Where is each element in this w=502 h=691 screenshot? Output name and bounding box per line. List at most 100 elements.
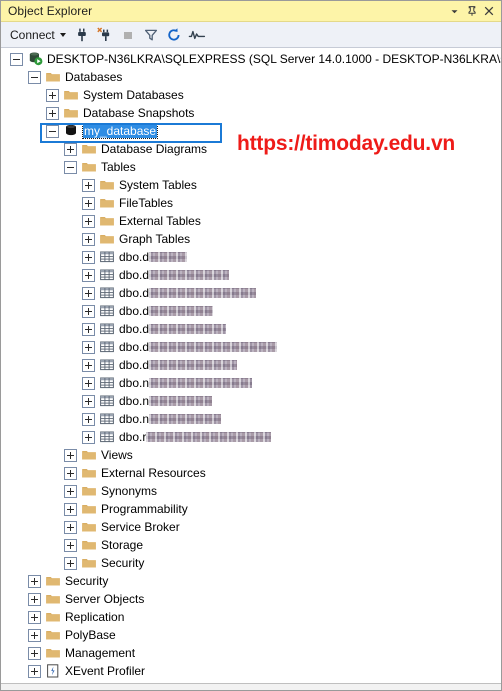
expand-icon[interactable] (64, 502, 77, 516)
expand-icon[interactable] (82, 250, 95, 264)
tree-node-views[interactable]: Views (1, 446, 501, 464)
tree-node-replication[interactable]: Replication (1, 608, 501, 626)
tree-node-table-3[interactable]: dbo.d (1, 284, 501, 302)
tree-node-table-10[interactable]: dbo.n (1, 410, 501, 428)
tree-node-table-2[interactable]: dbo.d (1, 266, 501, 284)
collapse-icon[interactable] (10, 52, 23, 66)
tree-node-synonyms[interactable]: Synonyms (1, 482, 501, 500)
tree-node-external-resources[interactable]: External Resources (1, 464, 501, 482)
tree-node-system-tables[interactable]: System Tables (1, 176, 501, 194)
expand-icon[interactable] (64, 520, 77, 534)
expand-icon[interactable] (82, 214, 95, 228)
expand-icon[interactable] (64, 484, 77, 498)
expand-icon[interactable] (82, 376, 95, 390)
plug-disconnect-icon[interactable] (94, 24, 116, 46)
plug-icon[interactable] (71, 24, 93, 46)
tree-node-table-7[interactable]: dbo.d (1, 356, 501, 374)
tree-node-server[interactable]: DESKTOP-N36LKRA\SQLEXPRESS (SQL Server 1… (1, 50, 501, 68)
tree-node-label: Databases (65, 70, 123, 84)
expand-icon[interactable] (82, 304, 95, 318)
expand-icon[interactable] (28, 610, 41, 624)
tree-node-label: Tables (101, 160, 136, 174)
tree-node-table-4[interactable]: dbo.d (1, 302, 501, 320)
expand-icon[interactable] (64, 448, 77, 462)
folder-icon (45, 645, 61, 661)
tree-node-label: FileTables (119, 196, 174, 210)
tree-node-label: External Tables (119, 214, 201, 228)
folder-icon (63, 87, 79, 103)
expand-icon[interactable] (64, 142, 77, 156)
expand-icon[interactable] (46, 106, 59, 120)
activity-monitor-icon[interactable] (186, 24, 208, 46)
expand-icon[interactable] (82, 394, 95, 408)
refresh-icon[interactable] (163, 24, 185, 46)
expand-icon[interactable] (82, 268, 95, 282)
collapse-icon[interactable] (64, 160, 77, 174)
redacted-table-name (149, 324, 227, 334)
expand-icon[interactable] (28, 646, 41, 660)
collapse-icon[interactable] (28, 70, 41, 84)
funnel-icon[interactable] (140, 24, 162, 46)
expand-icon[interactable] (28, 574, 41, 588)
tree-node-xevent-profiler[interactable]: XEvent Profiler (1, 662, 501, 680)
tree-node-polybase[interactable]: PolyBase (1, 626, 501, 644)
expand-icon[interactable] (82, 232, 95, 246)
tree-node-table-5[interactable]: dbo.d (1, 320, 501, 338)
panel-status-strip (1, 683, 501, 690)
folder-icon (63, 105, 79, 121)
tree-node-table-1[interactable]: dbo.d (1, 248, 501, 266)
tree-node-server-objects[interactable]: Server Objects (1, 590, 501, 608)
expand-icon[interactable] (28, 592, 41, 606)
expand-icon[interactable] (82, 340, 95, 354)
chevron-down-icon[interactable] (446, 3, 463, 20)
collapse-icon[interactable] (46, 124, 59, 138)
pin-icon[interactable] (463, 3, 480, 20)
expand-icon[interactable] (82, 196, 95, 210)
expand-icon[interactable] (82, 430, 95, 444)
expand-icon[interactable] (82, 358, 95, 372)
expand-icon[interactable] (82, 322, 95, 336)
tree-node-table-11[interactable]: dbo.r (1, 428, 501, 446)
tree-node-database-snapshots[interactable]: Database Snapshots (1, 104, 501, 122)
tree-node-system-databases[interactable]: System Databases (1, 86, 501, 104)
tree-node-label: dbo.d (119, 358, 150, 372)
expand-icon[interactable] (64, 538, 77, 552)
tree-node-security[interactable]: Security (1, 572, 501, 590)
redacted-table-name (149, 342, 278, 352)
tree-node-table-8[interactable]: dbo.n (1, 374, 501, 392)
folder-icon (81, 447, 97, 463)
tree-node-label: System Tables (119, 178, 197, 192)
tree-node-graph-tables[interactable]: Graph Tables (1, 230, 501, 248)
object-explorer-tree[interactable]: DESKTOP-N36LKRA\SQLEXPRESS (SQL Server 1… (1, 48, 501, 683)
tree-node-table-6[interactable]: dbo.d (1, 338, 501, 356)
tree-node-external-tables[interactable]: External Tables (1, 212, 501, 230)
tree-node-db-security[interactable]: Security (1, 554, 501, 572)
expand-icon[interactable] (64, 556, 77, 570)
close-icon[interactable] (480, 3, 497, 20)
expand-icon[interactable] (46, 88, 59, 102)
folder-icon (99, 231, 115, 247)
tree-node-file-tables[interactable]: FileTables (1, 194, 501, 212)
tree-node-label: XEvent Profiler (65, 664, 146, 678)
redacted-table-name (149, 288, 257, 298)
expand-icon[interactable] (64, 466, 77, 480)
folder-icon (81, 483, 97, 499)
connect-button[interactable]: Connect (8, 25, 70, 45)
tree-node-label: PolyBase (65, 628, 116, 642)
expand-icon[interactable] (28, 664, 41, 678)
expand-icon[interactable] (82, 286, 95, 300)
tree-node-service-broker[interactable]: Service Broker (1, 518, 501, 536)
redacted-table-name (149, 252, 188, 262)
tree-node-tables[interactable]: Tables (1, 158, 501, 176)
expand-icon[interactable] (82, 412, 95, 426)
tree-node-management[interactable]: Management (1, 644, 501, 662)
tree-node-table-9[interactable]: dbo.n (1, 392, 501, 410)
watermark-top: https://timoday.edu.vn (237, 132, 456, 155)
tree-node-label: Management (65, 646, 136, 660)
tree-node-databases[interactable]: Databases (1, 68, 501, 86)
tree-node-storage[interactable]: Storage (1, 536, 501, 554)
tree-node-programmability[interactable]: Programmability (1, 500, 501, 518)
expand-icon[interactable] (28, 628, 41, 642)
expand-icon[interactable] (82, 178, 95, 192)
tree-node-label: dbo.d (119, 250, 150, 264)
